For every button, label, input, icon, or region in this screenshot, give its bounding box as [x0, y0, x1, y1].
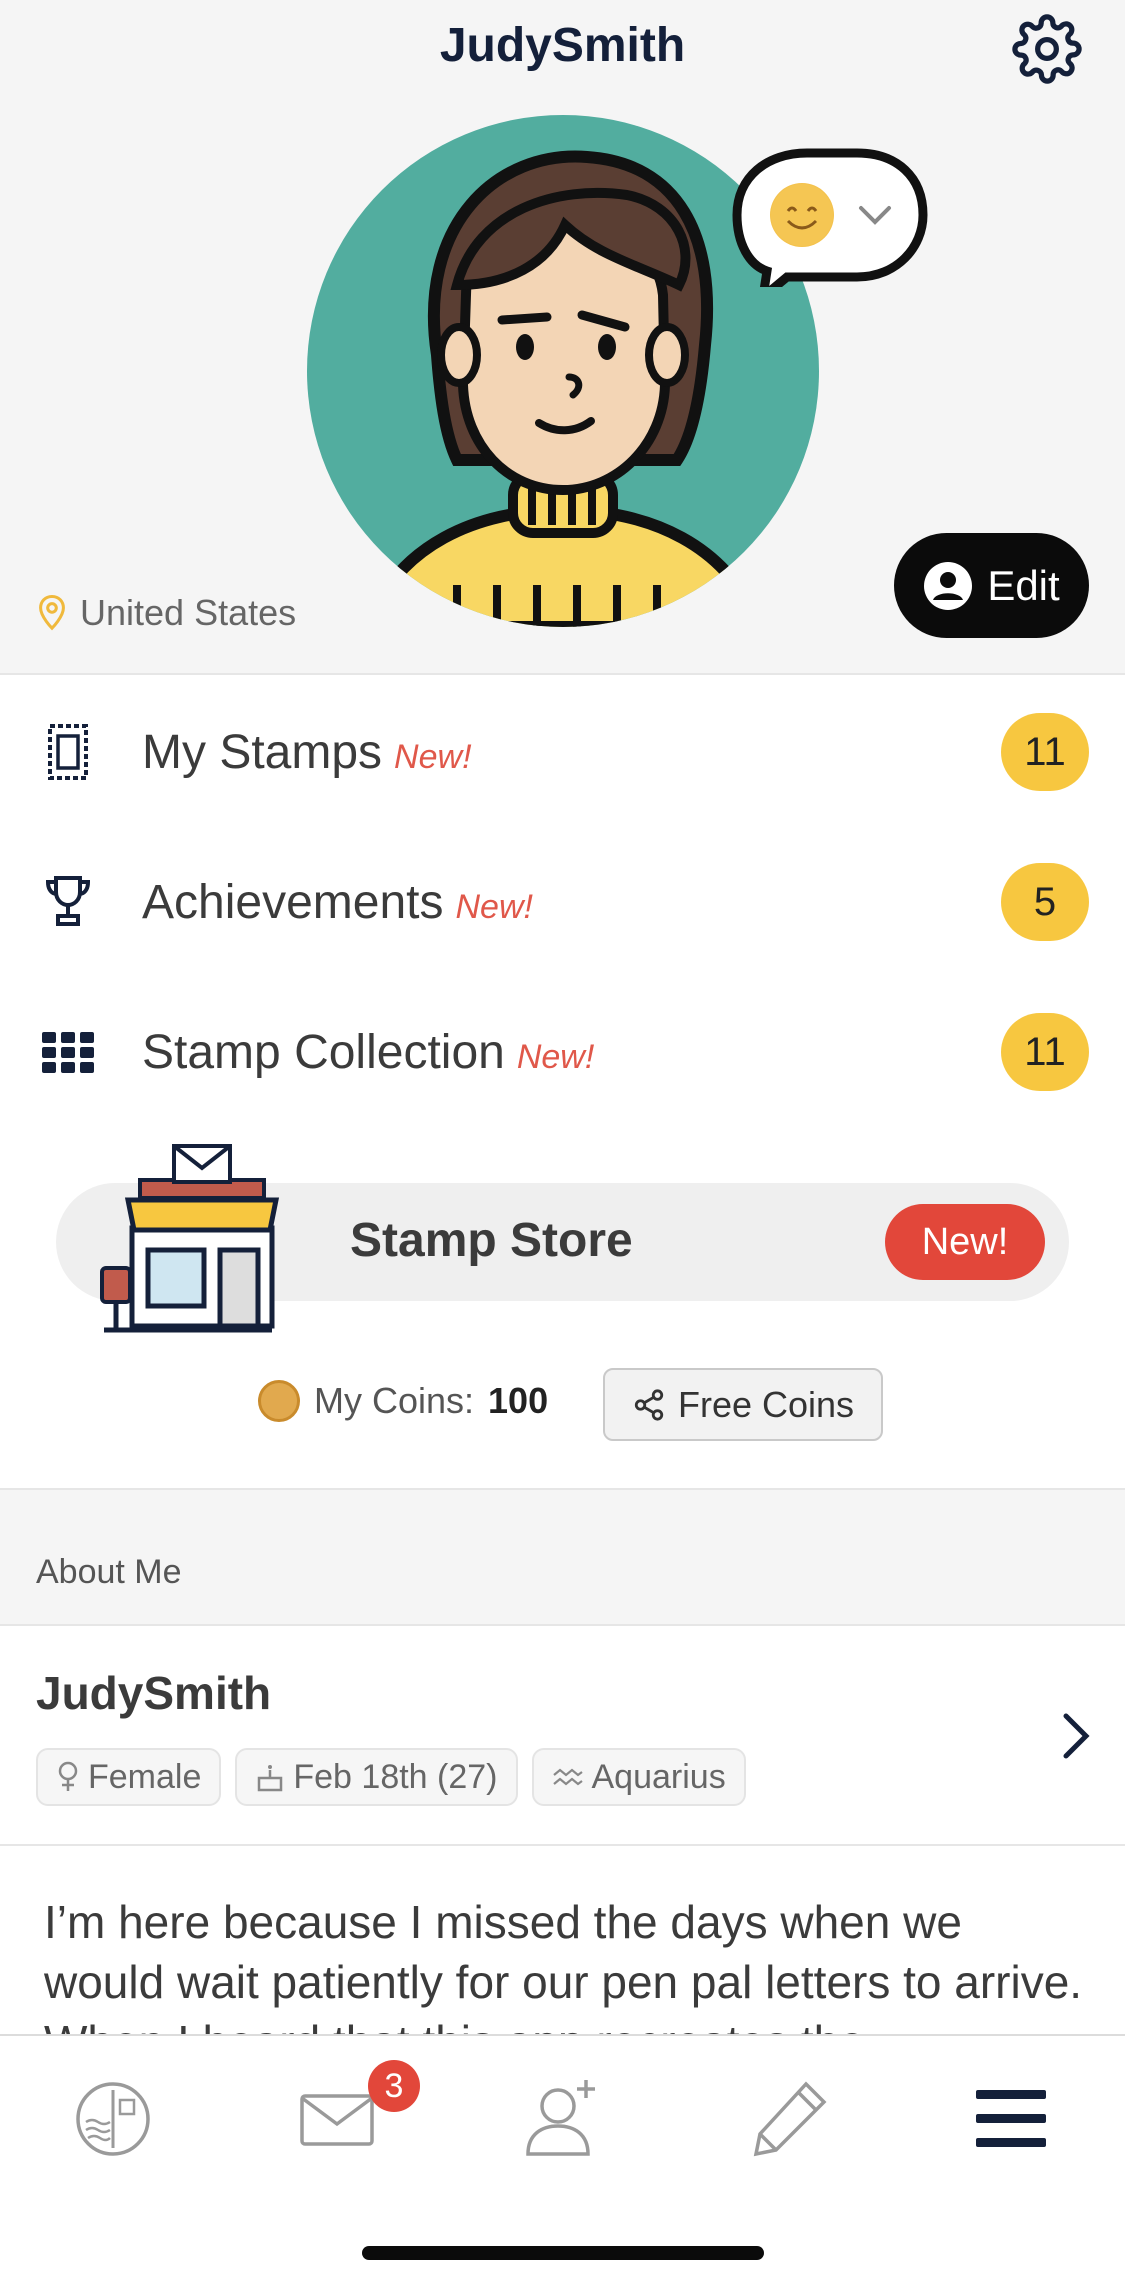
new-badge: New!	[885, 1204, 1045, 1280]
stamp-store-label: Stamp Store	[350, 1214, 633, 1267]
count-badge: 11	[1001, 1013, 1089, 1091]
add-friend-icon[interactable]	[520, 2076, 606, 2162]
my-coins: My Coins: 100	[258, 1380, 548, 1422]
count-badge: 5	[1001, 863, 1089, 941]
home-indicator[interactable]	[362, 2246, 764, 2260]
location: United States	[36, 592, 296, 634]
free-coins-label: Free Coins	[677, 1383, 855, 1425]
page-title: JudySmith	[439, 19, 686, 72]
location-pin-icon	[39, 595, 65, 631]
smile-emoji-icon[interactable]	[770, 183, 834, 247]
cake-icon	[258, 1765, 283, 1792]
location-text: United States	[80, 592, 297, 633]
divider	[0, 1844, 1125, 1846]
mail-count-badge: 3	[368, 2060, 420, 2112]
menu-item-label: Achievements New!	[142, 875, 533, 929]
about-section-header: About Me	[0, 1488, 1125, 1626]
gear-icon[interactable]	[1012, 14, 1082, 84]
about-name[interactable]: JudySmith	[36, 1666, 271, 1720]
gender-chip: Female	[36, 1748, 222, 1806]
profile-chips: Female Feb 18th (27) Aquarius	[36, 1748, 746, 1806]
trophy-icon	[45, 876, 91, 926]
chevron-right-icon[interactable]	[1060, 1712, 1092, 1760]
count-badge: 11	[1001, 713, 1089, 791]
profile-screen: JudySmith United States Edit My Stamps N…	[0, 0, 1125, 2284]
mail-icon[interactable]	[294, 2076, 380, 2162]
menu-item-label: Stamp Collection New!	[142, 1025, 595, 1079]
share-icon	[634, 1388, 664, 1421]
zodiac-chip: Aquarius	[531, 1748, 746, 1806]
edit-profile-button[interactable]: Edit	[894, 533, 1089, 638]
menu-icon[interactable]	[968, 2076, 1054, 2162]
about-heading: About Me	[36, 1553, 182, 1591]
female-icon	[58, 1761, 78, 1791]
pencil-icon[interactable]	[746, 2076, 832, 2162]
edit-label: Edit	[987, 561, 1060, 609]
menu-item-stamp-collection[interactable]: Stamp Collection New! 11	[0, 992, 1125, 1112]
birthday-chip: Feb 18th (27)	[235, 1748, 518, 1806]
grid-icon	[42, 1032, 94, 1073]
coins-value: 100	[488, 1380, 549, 1421]
aquarius-icon	[552, 1768, 583, 1786]
chevron-down-icon[interactable]	[858, 205, 892, 227]
free-coins-button[interactable]: Free Coins	[603, 1368, 883, 1441]
stamp-tab-icon[interactable]	[70, 2076, 156, 2162]
store-illustration-icon	[100, 1144, 280, 1333]
menu-item-my-stamps[interactable]: My Stamps New! 11	[0, 692, 1125, 812]
coin-icon	[258, 1380, 300, 1422]
stamp-icon	[48, 724, 88, 780]
profile-header: JudySmith United States Edit	[0, 0, 1125, 675]
menu-item-achievements[interactable]: Achievements New! 5	[0, 842, 1125, 962]
menu-item-label: My Stamps New!	[142, 725, 472, 779]
bio-text: I’m here because I missed the days when …	[44, 1896, 1083, 2034]
coins-label: My Coins:	[314, 1380, 475, 1421]
user-circle-icon	[924, 561, 973, 610]
